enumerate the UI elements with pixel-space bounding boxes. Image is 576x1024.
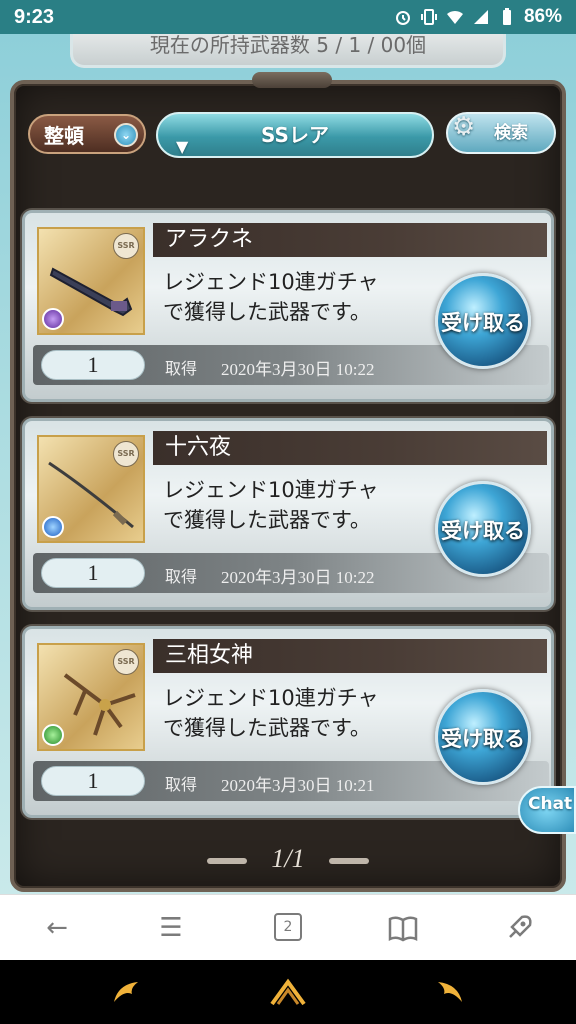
status-icons: 86% bbox=[394, 6, 562, 28]
item-description: レジェンド10連ガチャ で獲得した武器です。 bbox=[163, 475, 433, 535]
ssr-badge: SSR bbox=[113, 233, 139, 259]
vibrate-icon bbox=[420, 9, 437, 25]
battery-level: 86% bbox=[523, 6, 562, 27]
bookmarks-icon[interactable] bbox=[386, 911, 420, 945]
chat-button[interactable]: Chat bbox=[518, 786, 576, 834]
wifi-icon bbox=[446, 10, 463, 24]
quantity-value: 1 bbox=[41, 350, 145, 380]
rarity-filter-dropdown[interactable]: ▼ SSレア bbox=[156, 112, 434, 158]
signal-icon bbox=[473, 10, 488, 24]
ssr-badge: SSR bbox=[113, 649, 139, 675]
status-bar: 9:23 86% bbox=[0, 0, 576, 34]
description-line: で獲得した武器です。 bbox=[163, 508, 371, 532]
acquired-label: 取得 bbox=[165, 775, 198, 794]
back-icon[interactable]: ← bbox=[40, 911, 74, 945]
alarm-icon bbox=[395, 11, 410, 25]
description-line: で獲得した武器です。 bbox=[163, 300, 371, 324]
acquired-label: 取得 bbox=[165, 567, 198, 586]
pagination: 1/1 bbox=[14, 844, 562, 874]
tabs-icon[interactable]: 2 bbox=[274, 913, 302, 941]
wind-element-icon bbox=[42, 724, 64, 746]
receive-button[interactable]: 受け取る bbox=[435, 481, 531, 577]
ssr-badge: SSR bbox=[113, 441, 139, 467]
panel-ornament bbox=[252, 72, 332, 88]
description-line: で獲得した武器です。 bbox=[163, 716, 371, 740]
quantity-value: 1 bbox=[41, 766, 145, 796]
prev-page-arrow-icon[interactable] bbox=[206, 858, 247, 865]
description-line: レジェンド10連ガチャ bbox=[163, 686, 379, 710]
acquired-date: 2020年3月30日 10:21 bbox=[221, 776, 375, 795]
status-time: 9:23 bbox=[14, 5, 55, 28]
acquired-label: 取得 bbox=[165, 359, 198, 378]
receive-button[interactable]: 受け取る bbox=[435, 689, 531, 785]
gift-item-card: SSR 三相女神 レジェンド10連ガチャ で獲得した武器です。 1 取得 202… bbox=[22, 626, 554, 818]
weapon-thumbnail[interactable]: SSR bbox=[37, 435, 145, 543]
item-description: レジェンド10連ガチャ で獲得した武器です。 bbox=[163, 683, 433, 743]
weapon-thumbnail[interactable]: SSR bbox=[37, 643, 145, 751]
sort-label: 整頓 bbox=[44, 123, 84, 148]
menu-icon[interactable]: ☰ bbox=[154, 911, 188, 945]
quantity-value: 1 bbox=[41, 558, 145, 588]
receive-button[interactable]: 受け取る bbox=[435, 273, 531, 369]
acquired-date: 2020年3月30日 10:22 bbox=[221, 360, 375, 379]
water-element-icon bbox=[42, 516, 64, 538]
description-line: レジェンド10連ガチャ bbox=[163, 478, 379, 502]
weapon-count-banner: 現在の所持武器数 5 / 1 / 00個 bbox=[70, 34, 506, 68]
gear-icon: ⚙ bbox=[452, 112, 476, 142]
description-line: レジェンド10連ガチャ bbox=[163, 270, 379, 294]
sort-button[interactable]: 整頓 ⌄ bbox=[28, 114, 146, 154]
game-nav-bar bbox=[0, 960, 576, 1024]
gift-item-card: SSR 十六夜 レジェンド10連ガチャ で獲得した武器です。 1 取得 2020… bbox=[22, 418, 554, 610]
browser-toolbar: ← ☰ 2 bbox=[0, 894, 576, 960]
chevron-down-icon: ⌄ bbox=[114, 123, 138, 147]
left-nav-icon[interactable] bbox=[110, 978, 146, 1006]
battery-icon bbox=[502, 8, 511, 25]
rocket-icon[interactable] bbox=[502, 911, 536, 945]
page-indicator: 1/1 bbox=[271, 844, 305, 873]
search-button[interactable]: ⚙ 検索 bbox=[446, 112, 556, 154]
dropdown-arrow-icon: ▼ bbox=[176, 137, 189, 156]
item-name: 三相女神 bbox=[153, 639, 547, 673]
item-name: アラクネ bbox=[153, 223, 547, 257]
item-name: 十六夜 bbox=[153, 431, 547, 465]
acquired-date: 2020年3月30日 10:22 bbox=[221, 568, 375, 587]
gift-item-card: SSR アラクネ レジェンド10連ガチャ で獲得した武器です。 1 取得 202… bbox=[22, 210, 554, 402]
next-page-arrow-icon[interactable] bbox=[329, 858, 370, 865]
home-nav-icon[interactable] bbox=[270, 978, 306, 1006]
right-nav-icon[interactable] bbox=[430, 978, 466, 1006]
search-label: 検索 bbox=[494, 123, 528, 143]
item-description: レジェンド10連ガチャ で獲得した武器です。 bbox=[163, 267, 433, 327]
weapon-thumbnail[interactable]: SSR bbox=[37, 227, 145, 335]
gift-box-panel: 整頓 ⌄ ▼ SSレア ⚙ 検索 SSR アラクネ レジェンド10連ガチャ で獲… bbox=[10, 72, 566, 892]
filter-label: SSレア bbox=[261, 123, 329, 147]
dark-element-icon bbox=[42, 308, 64, 330]
game-area: 現在の所持武器数 5 / 1 / 00個 整頓 ⌄ ▼ SSレア ⚙ 検索 SS… bbox=[0, 34, 576, 894]
